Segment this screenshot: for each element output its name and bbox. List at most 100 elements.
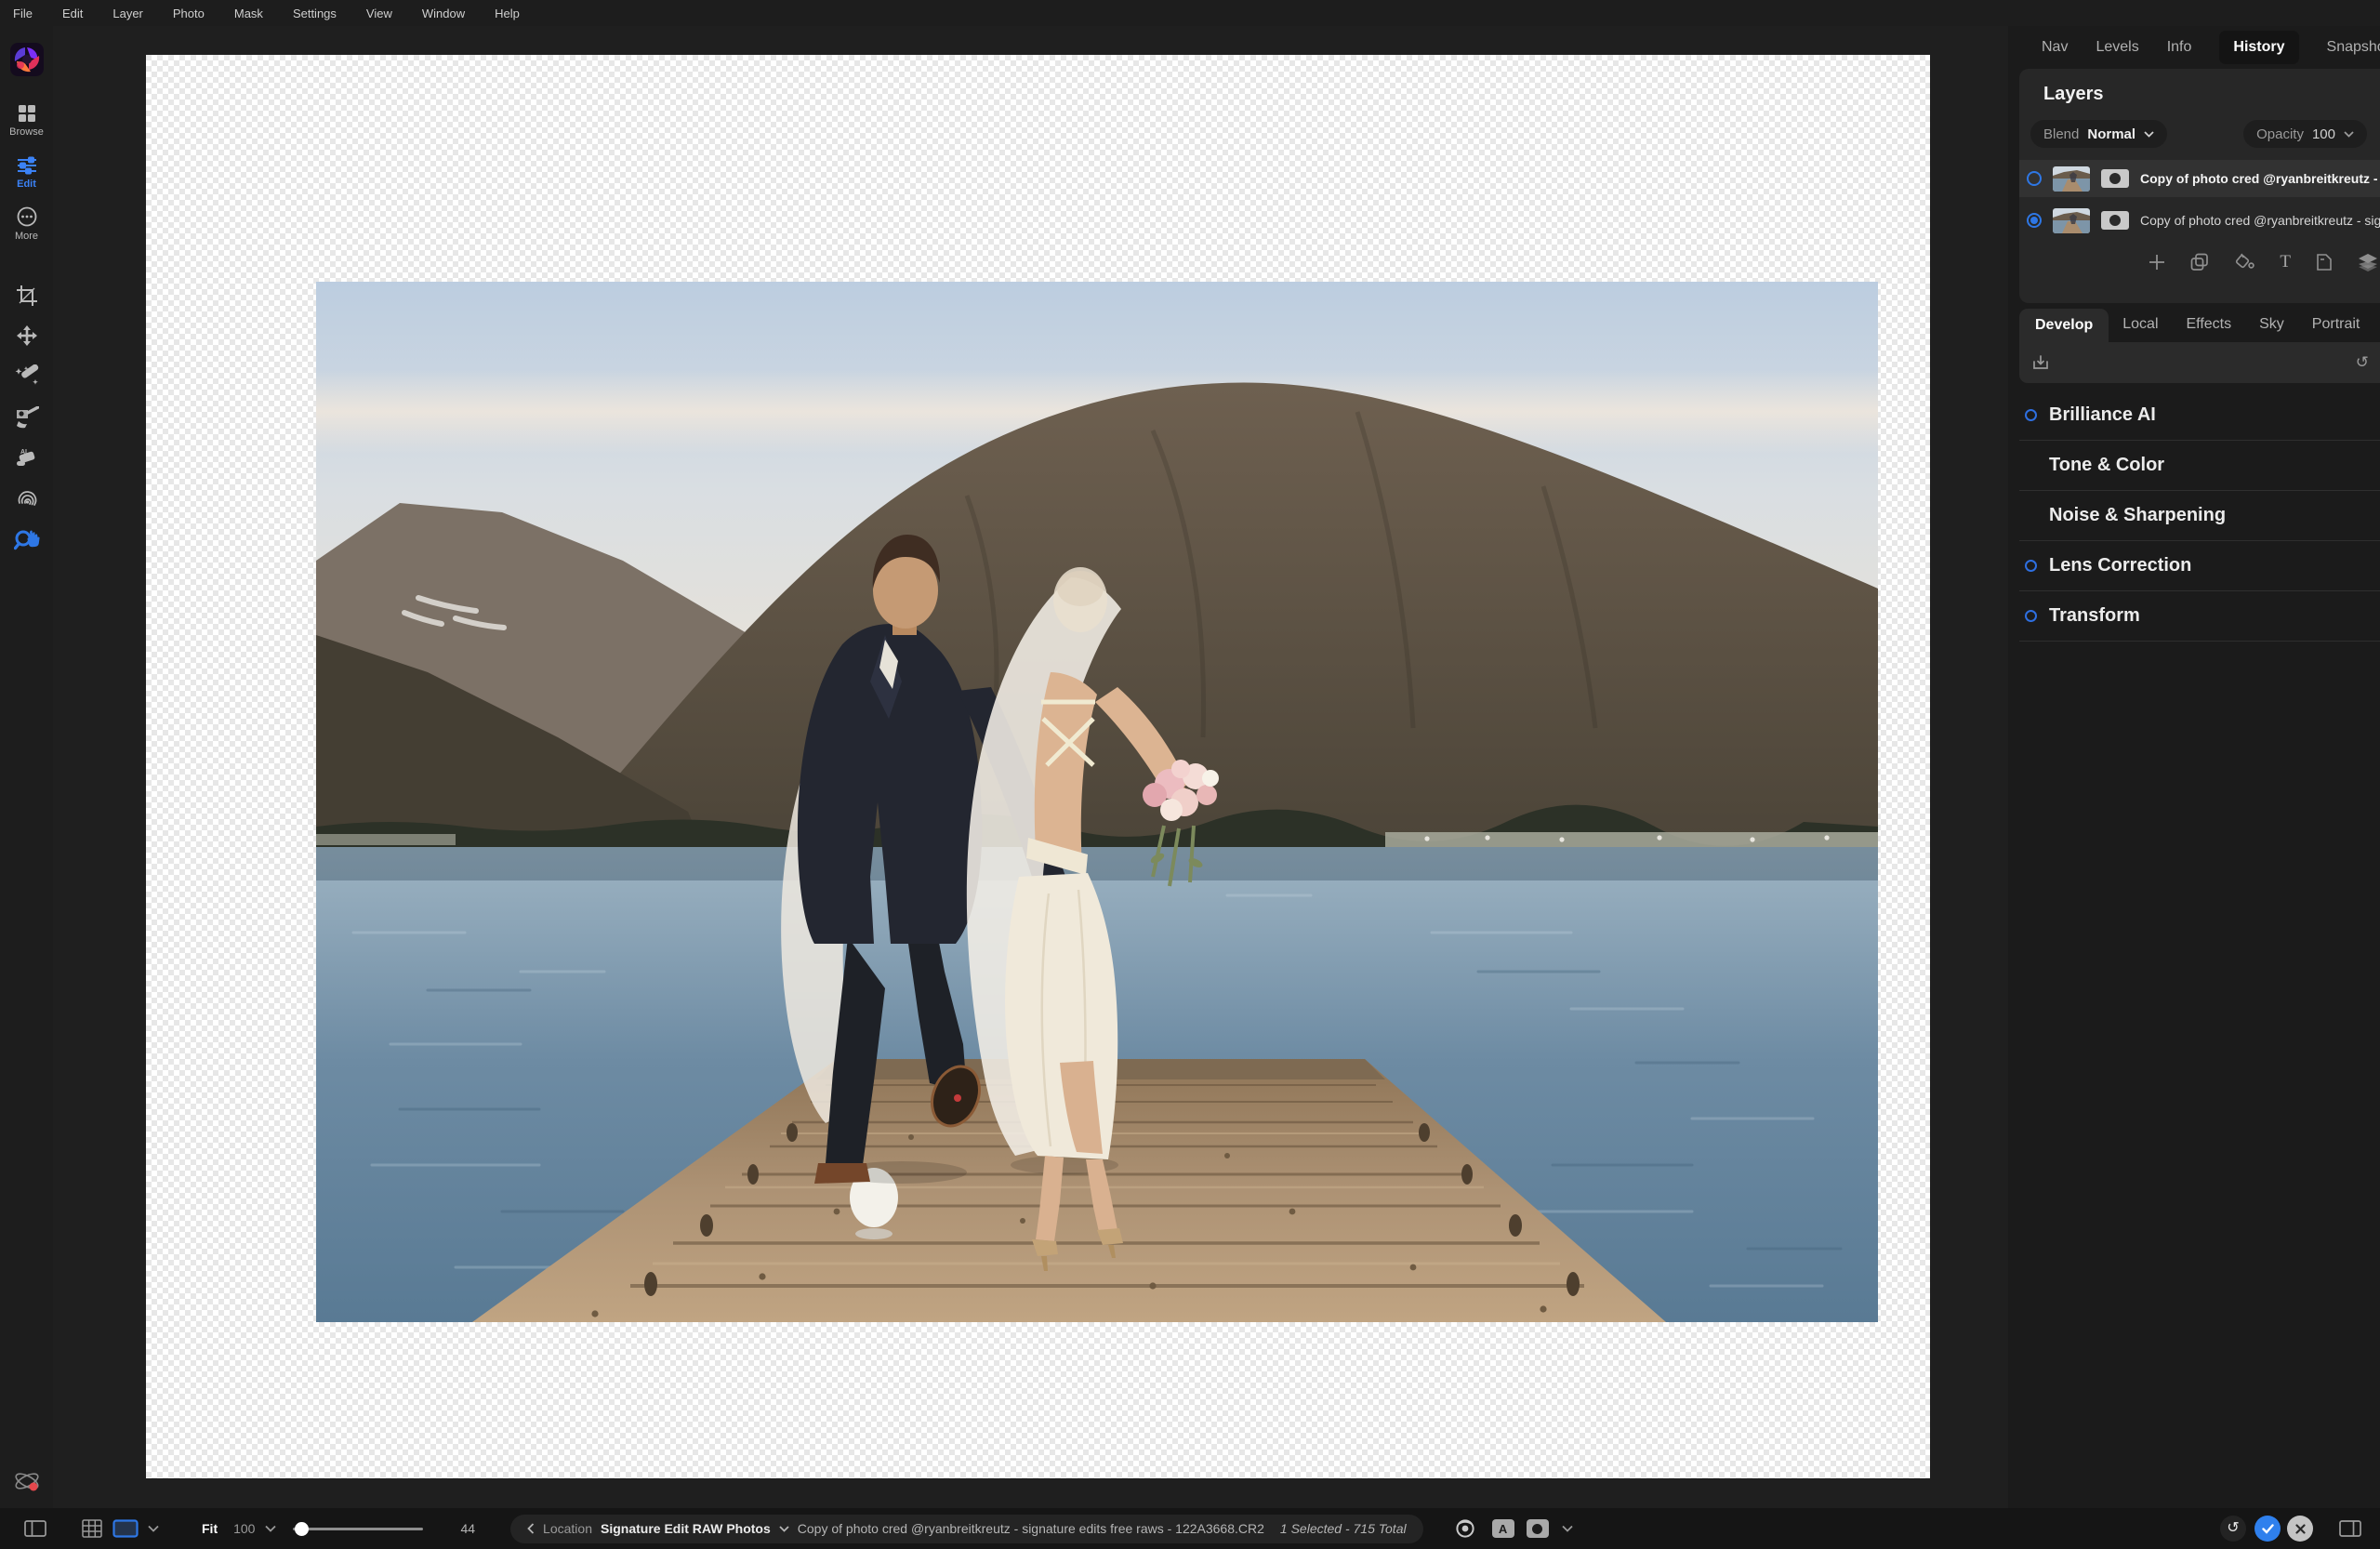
apply-button[interactable] — [2254, 1516, 2281, 1542]
blend-label: Blend — [2043, 126, 2079, 142]
layer-visibility-radio-icon[interactable] — [2027, 213, 2042, 228]
tab-portrait[interactable]: Portrait — [2298, 316, 2374, 342]
layer-mask-icon[interactable] — [2101, 211, 2129, 230]
canvas-area[interactable] — [53, 26, 2008, 1508]
blend-select[interactable]: Blend Normal — [2030, 120, 2167, 148]
grid-view-icon[interactable] — [82, 1519, 102, 1538]
tab-info[interactable]: Info — [2167, 39, 2192, 56]
menu-mask[interactable]: Mask — [234, 7, 263, 20]
breadcrumb-location-label: Location — [543, 1521, 592, 1536]
chevron-down-icon[interactable] — [148, 1525, 159, 1532]
chevron-down-icon[interactable] — [779, 1526, 789, 1532]
chevron-down-icon[interactable] — [265, 1525, 276, 1532]
layer-mask-icon[interactable] — [2101, 169, 2129, 188]
section-transform[interactable]: Transform — [2019, 591, 2380, 642]
menu-file[interactable]: File — [13, 7, 33, 20]
clone-stamp-icon[interactable] — [15, 486, 39, 510]
tab-sky[interactable]: Sky — [2245, 316, 2298, 342]
undo-button[interactable]: ↺ — [2220, 1516, 2246, 1542]
section-brilliance-ai[interactable]: Brilliance AI — [2019, 391, 2380, 441]
transparency-checkerboard — [146, 55, 1930, 1478]
mask-badge-icon[interactable] — [1527, 1519, 1549, 1538]
slider-knob[interactable] — [295, 1522, 309, 1536]
back-chevron-icon[interactable] — [527, 1523, 535, 1534]
text-layer-icon[interactable]: T — [2280, 253, 2291, 271]
reset-history-icon[interactable]: ↺ — [2356, 353, 2369, 372]
edited-indicator-icon — [2025, 560, 2037, 572]
layer-visibility-radio-icon[interactable] — [2027, 171, 2042, 186]
preset-download-icon[interactable] — [2032, 354, 2049, 371]
single-view-icon[interactable] — [112, 1519, 139, 1538]
section-noise-sharpening[interactable]: Noise & Sharpening — [2019, 491, 2380, 541]
menu-help[interactable]: Help — [495, 7, 520, 20]
ai-eraser-icon[interactable]: AI — [15, 446, 39, 469]
layer-name: Copy of photo cred @ryanbreitkreutz - si… — [2140, 213, 2380, 228]
menu-layer[interactable]: Layer — [112, 7, 143, 20]
opacity-value: 100 — [2312, 126, 2335, 142]
crop-tool-icon[interactable] — [16, 285, 38, 307]
toggle-left-panel-icon[interactable] — [24, 1520, 46, 1537]
tab-local[interactable]: Local — [2109, 316, 2172, 342]
section-tone-color[interactable]: Tone & Color — [2019, 441, 2380, 491]
tab-snapshots[interactable]: Snapshots — [2327, 39, 2380, 56]
tab-nav[interactable]: Nav — [2042, 39, 2068, 56]
tab-history[interactable]: History — [2219, 31, 2298, 64]
section-lens-correction[interactable]: Lens Correction — [2019, 541, 2380, 591]
extras-atom-icon[interactable] — [11, 1467, 43, 1495]
toggle-right-panel-icon[interactable] — [2339, 1520, 2361, 1537]
check-icon — [2262, 1524, 2274, 1534]
section-label: Tone & Color — [2049, 455, 2164, 476]
mode-more[interactable]: More — [15, 206, 38, 242]
right-panel: Nav Levels Info History Snapshots Layers… — [2008, 26, 2380, 1508]
photo-wedding-couple-dock[interactable] — [316, 282, 1878, 1322]
fill-bucket-icon[interactable] — [2234, 253, 2254, 271]
layers-panel: Layers Blend Normal Opacity 100 — [2019, 69, 2380, 303]
layer-row[interactable]: Copy of photo cred @ryanbreitkreutz - si… — [2019, 202, 2380, 239]
menu-photo[interactable]: Photo — [173, 7, 205, 20]
move-tool-icon[interactable] — [16, 324, 38, 347]
menu-edit[interactable]: Edit — [62, 7, 83, 20]
left-toolbar: Browse Edit More — [0, 26, 53, 1508]
layer-name: Copy of photo cred @ryanbreitkreutz - si — [2140, 171, 2380, 186]
app-logo-icon — [10, 43, 44, 76]
zoom-level-value[interactable]: 100 — [233, 1521, 255, 1536]
edit-sliders-icon — [17, 156, 37, 175]
opacity-select[interactable]: Opacity 100 — [2243, 120, 2367, 148]
breadcrumb-filename: Copy of photo cred @ryanbreitkreutz - si… — [798, 1521, 1264, 1536]
cancel-button[interactable] — [2287, 1516, 2313, 1542]
bottom-bar: Fit 100 44 Location Signature Edit RAW P… — [0, 1508, 2380, 1549]
mask-brush-icon[interactable] — [15, 406, 39, 429]
section-label: Noise & Sharpening — [2049, 505, 2226, 526]
adjustments-badge-icon[interactable]: A — [1492, 1519, 1514, 1538]
section-label: Transform — [2049, 605, 2140, 627]
layer-stack-icon[interactable] — [2358, 253, 2378, 271]
duplicate-layer-icon[interactable] — [2190, 253, 2209, 271]
chevron-down-icon — [2144, 131, 2154, 138]
mode-browse-label: Browse — [9, 126, 44, 138]
add-layer-icon[interactable] — [2149, 253, 2165, 271]
breadcrumb[interactable]: Location Signature Edit RAW Photos Copy … — [510, 1515, 1423, 1543]
quick-preview-eye-icon[interactable] — [1455, 1518, 1475, 1539]
note-icon[interactable] — [2316, 253, 2333, 271]
tab-effects[interactable]: Effects — [2173, 316, 2246, 342]
zoom-pan-icon[interactable] — [14, 528, 40, 552]
zoom-fit-button[interactable]: Fit — [202, 1521, 218, 1536]
layer-actions-toolbar: T — [2019, 253, 2378, 271]
layer-row[interactable]: Copy of photo cred @ryanbreitkreutz - si — [2019, 160, 2380, 197]
mode-edit[interactable]: Edit — [17, 156, 37, 190]
close-icon — [2295, 1524, 2306, 1534]
tab-develop[interactable]: Develop — [2019, 309, 2109, 342]
menu-window[interactable]: Window — [422, 7, 465, 20]
enhance-wand-icon[interactable] — [15, 364, 39, 389]
more-ellipsis-icon — [17, 206, 37, 227]
thumbnail-size-slider[interactable] — [293, 1528, 423, 1530]
adjustment-sections: Brilliance AI Tone & Color Noise & Sharp… — [2019, 391, 2380, 642]
menu-view[interactable]: View — [366, 7, 392, 20]
mode-browse[interactable]: Browse — [9, 104, 44, 138]
tab-levels[interactable]: Levels — [2096, 39, 2138, 56]
menu-settings[interactable]: Settings — [293, 7, 337, 20]
breadcrumb-folder[interactable]: Signature Edit RAW Photos — [601, 1521, 771, 1536]
chevron-down-icon[interactable] — [1562, 1525, 1573, 1532]
mode-edit-label: Edit — [17, 179, 36, 190]
blend-opacity-row: Blend Normal Opacity 100 — [2030, 120, 2367, 148]
